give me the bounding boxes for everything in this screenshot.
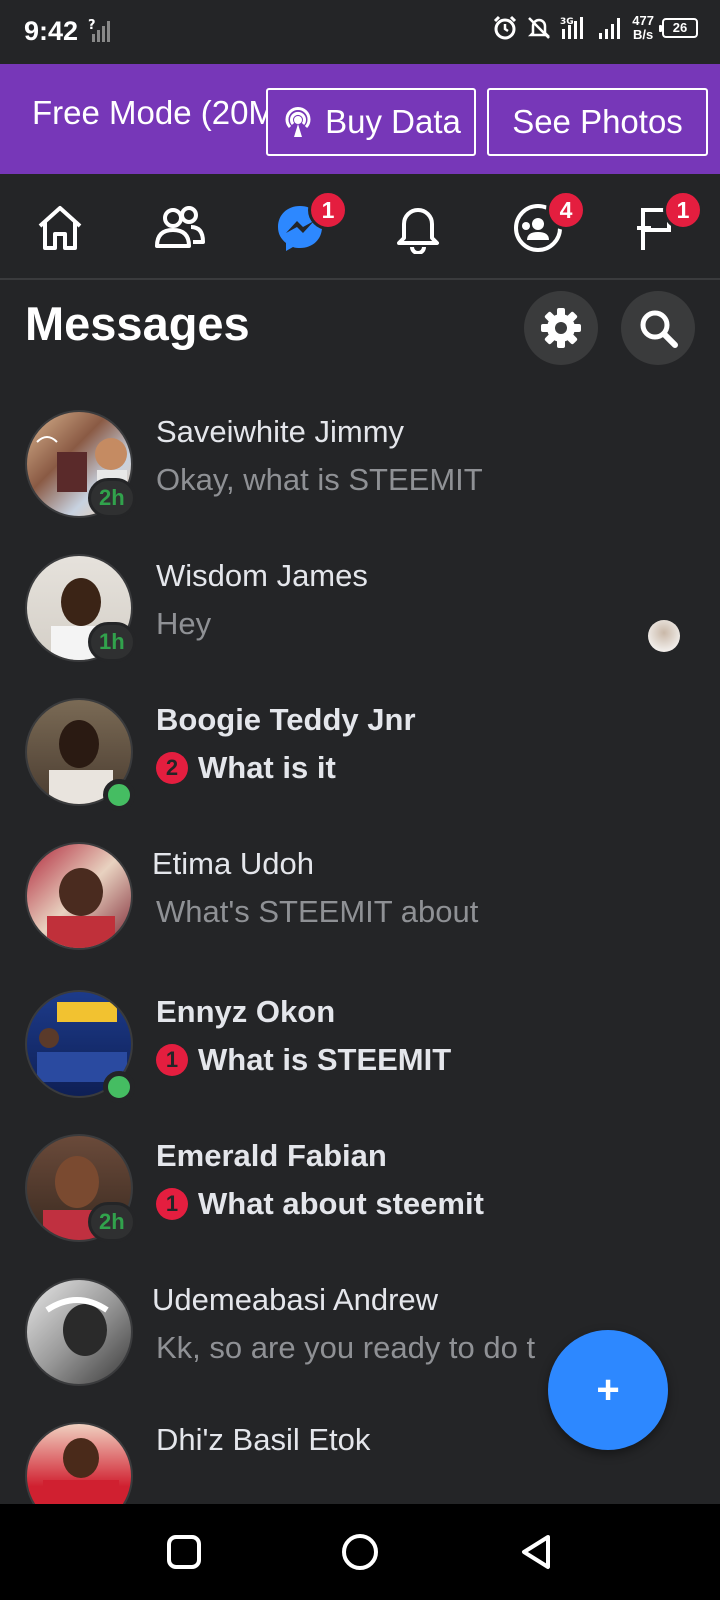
unread-count-badge: 2	[156, 752, 188, 784]
conversation-item[interactable]: Boogie Teddy Jnr 2 What is it	[0, 688, 720, 834]
conversation-item[interactable]: Etima Udoh What's STEEMIT about	[0, 832, 720, 978]
see-photos-label: See Photos	[512, 103, 683, 140]
buy-data-button[interactable]: Buy Data	[266, 88, 476, 156]
seen-indicator-avatar	[648, 620, 680, 652]
signal-icon	[599, 18, 621, 39]
bell-icon	[397, 208, 439, 254]
tab-messenger[interactable]: 1	[270, 190, 348, 258]
signal-unknown-icon: ?	[88, 18, 110, 42]
search-button[interactable]	[621, 291, 695, 365]
search-icon	[640, 310, 678, 348]
circle-icon	[342, 1534, 378, 1570]
back-button[interactable]	[516, 1532, 556, 1572]
see-photos-button[interactable]: See Photos	[487, 88, 708, 156]
contact-name: Wisdom James	[156, 558, 368, 593]
friends-icon	[155, 206, 205, 248]
contact-name: Etima Udoh	[152, 846, 314, 881]
buy-data-label: Buy Data	[325, 103, 461, 140]
message-preview: What's STEEMIT about	[156, 894, 478, 930]
conversation-item[interactable]: Ennyz Okon 1 What is STEEMIT	[0, 980, 720, 1126]
tab-groups[interactable]: 4	[508, 190, 586, 258]
contact-name: Ennyz Okon	[156, 994, 336, 1029]
tab-pages[interactable]: 1	[625, 190, 703, 258]
message-preview: 2 What is it	[156, 750, 336, 786]
message-preview: Okay, what is STEEMIT	[156, 462, 483, 498]
tab-friends[interactable]	[150, 198, 210, 258]
avatar	[25, 1422, 133, 1504]
last-active-time: 2h	[88, 1202, 136, 1242]
mute-icon	[528, 17, 551, 39]
tab-home[interactable]	[30, 198, 90, 258]
top-navigation: 1 4 1	[0, 174, 720, 280]
avatar-image	[47, 868, 115, 948]
new-message-button[interactable]: +	[548, 1330, 668, 1450]
alarm-icon	[494, 15, 517, 40]
message-preview: Hey	[156, 606, 211, 642]
messenger-badge: 1	[308, 190, 348, 230]
network-speed-value: 477	[632, 13, 654, 28]
network-speed-unit: B/s	[633, 27, 654, 42]
message-preview-text: What's STEEMIT about	[156, 894, 479, 929]
last-active-time: 2h	[88, 478, 136, 518]
free-mode-banner: Free Mode (20MB Buy Data See Photos	[0, 64, 720, 174]
unread-count-badge: 1	[156, 1188, 188, 1220]
status-bar: 9:42 ? 3G 477 B/s 26	[0, 0, 720, 64]
tab-notifications[interactable]	[388, 198, 448, 258]
message-preview-text: What about steemit	[198, 1186, 484, 1221]
avatar	[25, 1278, 133, 1386]
free-mode-text: Free Mode (20MB	[32, 94, 298, 131]
svg-text:?: ?	[88, 18, 96, 33]
message-preview: 1 What is STEEMIT	[156, 1042, 451, 1078]
home-button[interactable]	[340, 1532, 380, 1572]
last-active-time: 1h	[88, 622, 136, 662]
square-icon	[167, 1535, 201, 1569]
message-preview-text: Kk, so are you ready to do t	[156, 1330, 536, 1365]
triangle-back-icon	[522, 1535, 550, 1569]
conversation-item[interactable]: 2h Saveiwhite Jimmy Okay, what is STEEMI…	[0, 400, 720, 546]
home-icon	[38, 206, 82, 250]
contact-name: Dhi'z Basil Etok	[156, 1422, 371, 1457]
contact-name: Saveiwhite Jimmy	[156, 414, 405, 449]
unread-count-badge: 1	[156, 1044, 188, 1076]
message-preview-text: What is STEEMIT	[198, 1042, 452, 1077]
broadcast-icon	[285, 107, 311, 137]
system-navigation-bar	[0, 1504, 720, 1600]
online-indicator	[103, 779, 135, 811]
pages-badge: 1	[663, 190, 703, 230]
contact-name: Emerald Fabian	[156, 1138, 387, 1173]
settings-button[interactable]	[524, 291, 598, 365]
svg-text:3G: 3G	[560, 17, 574, 27]
groups-badge: 4	[546, 190, 586, 230]
contact-name: Boogie Teddy Jnr	[156, 702, 416, 737]
avatar-image	[45, 1297, 109, 1356]
message-preview-text: Hey	[156, 606, 212, 641]
network-speed: 477 B/s	[632, 14, 654, 42]
conversation-item[interactable]: 1h Wisdom James Hey	[0, 544, 720, 690]
message-preview: 1 What about steemit	[156, 1186, 484, 1222]
contact-name: Udemeabasi Andrew	[152, 1282, 439, 1317]
recents-button[interactable]	[164, 1532, 204, 1572]
status-time: 9:42	[24, 16, 79, 46]
message-preview: Kk, so are you ready to do t	[156, 1330, 535, 1366]
gear-icon	[541, 308, 581, 348]
message-preview-text: Okay, what is STEEMIT	[156, 462, 483, 497]
conversation-item[interactable]: 2h Emerald Fabian 1 What about steemit	[0, 1124, 720, 1270]
signal-4g-icon: 3G	[560, 17, 584, 39]
page-title: Messages	[25, 297, 250, 350]
online-indicator	[103, 1071, 135, 1103]
battery-icon: 26	[659, 18, 698, 38]
message-preview-text: What is it	[198, 750, 336, 785]
avatar-image	[43, 1438, 119, 1504]
avatar	[25, 842, 133, 950]
